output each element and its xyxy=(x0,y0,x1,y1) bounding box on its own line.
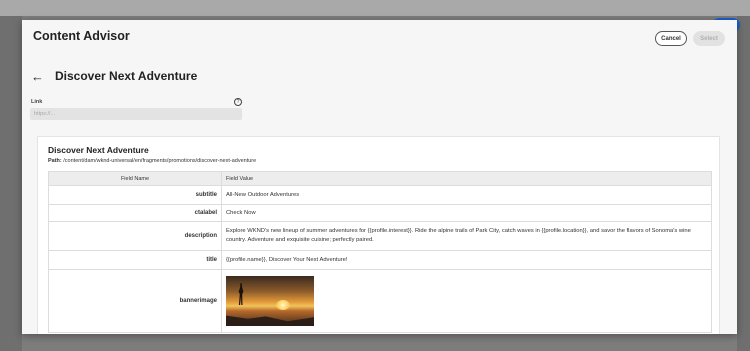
fragment-path: Path: /content/dam/wknd-universal/en/fra… xyxy=(48,158,256,164)
background-left-panel xyxy=(0,16,22,351)
field-name: title xyxy=(48,250,222,270)
path-value: /content/dam/wknd-universal/en/fragments… xyxy=(63,158,257,164)
sun-shape xyxy=(276,300,290,310)
fragment-panel: Discover Next Adventure Path: /content/d… xyxy=(37,136,720,334)
arrow-left-icon[interactable]: ← xyxy=(31,70,45,83)
link-input[interactable] xyxy=(30,108,242,120)
field-value: All-New Outdoor Adventures xyxy=(221,185,712,205)
content-advisor-dialog: Content Advisor Cancel Select ← Discover… xyxy=(22,20,737,334)
mountain-ridge-shape xyxy=(226,315,314,326)
dialog-title: Content Advisor xyxy=(33,29,130,43)
column-header-field-name: Field Name xyxy=(48,171,222,186)
field-value: {{profile.name}}, Discover Your Next Adv… xyxy=(221,250,712,270)
page-title: Discover Next Adventure xyxy=(55,69,198,83)
field-name: description xyxy=(48,221,222,251)
field-name: subtitle xyxy=(48,185,222,205)
path-label: Path: xyxy=(48,158,62,164)
field-value: Explore WKND's new lineup of summer adve… xyxy=(221,221,712,251)
table-row: ctalabel Check Now xyxy=(48,204,712,222)
table-row: bannerimage xyxy=(48,269,712,333)
cancel-button[interactable]: Cancel xyxy=(655,31,687,46)
help-icon[interactable]: ? xyxy=(234,98,242,106)
field-name: ctalabel xyxy=(48,204,222,222)
background-toolbar xyxy=(0,0,750,16)
fields-table: Field Name Field Value subtitle All-New … xyxy=(48,171,712,333)
table-row: title {{profile.name}}, Discover Your Ne… xyxy=(48,250,712,270)
field-value: Check Now xyxy=(221,204,712,222)
fragment-title: Discover Next Adventure xyxy=(48,145,149,155)
table-row: description Explore WKND's new lineup of… xyxy=(48,221,712,251)
select-button[interactable]: Select xyxy=(693,31,725,46)
dialog-header: Content Advisor Cancel Select xyxy=(22,20,737,60)
page-heading: ← Discover Next Adventure xyxy=(31,69,197,83)
field-name: bannerimage xyxy=(48,269,222,333)
hiker-silhouette xyxy=(238,283,244,305)
table-header-row: Field Name Field Value xyxy=(48,171,712,186)
table-row: subtitle All-New Outdoor Adventures xyxy=(48,185,712,205)
hiker-sunset-image xyxy=(226,276,314,326)
background-right-panel xyxy=(737,16,750,351)
field-value xyxy=(221,269,712,333)
column-header-field-value: Field Value xyxy=(221,171,712,186)
link-label: Link xyxy=(31,99,43,105)
